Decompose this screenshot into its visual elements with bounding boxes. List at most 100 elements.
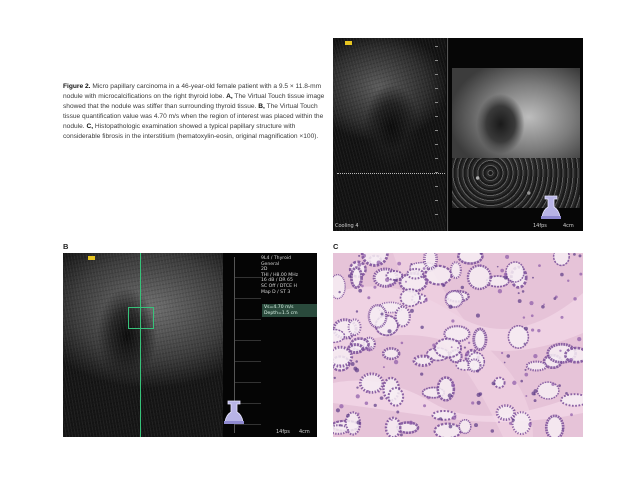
nucleus [357, 412, 360, 415]
nucleus [500, 268, 504, 273]
gland-structure [505, 261, 525, 283]
nucleus [393, 359, 399, 365]
nucleus [578, 254, 582, 258]
gland-structure [431, 409, 457, 421]
nucleus [530, 314, 534, 318]
gland-structure [349, 266, 363, 289]
gland-structure [394, 305, 411, 328]
nucleus [362, 253, 367, 258]
shear-wave-velocity-readout: Vs=4.70 m/s Depth=1.5 cm [262, 304, 317, 318]
nucleus [524, 326, 528, 331]
region-of-interest-box [128, 307, 154, 329]
nucleus [448, 304, 453, 309]
nucleus [573, 297, 577, 301]
panel-a-virtual-touch-image: Cooling 4 14fps 4cm [333, 38, 583, 231]
nucleus [378, 390, 381, 393]
nucleus [426, 279, 429, 282]
nucleus [390, 419, 393, 421]
nucleus [497, 289, 503, 294]
orientation-marker [345, 41, 352, 45]
nucleus [467, 341, 471, 344]
gland-structure [467, 358, 482, 373]
gland-structure [458, 418, 472, 435]
panel-c-histopathology [333, 253, 583, 437]
probe-icon [541, 195, 561, 219]
ultrasound-bmode-image [63, 253, 223, 437]
frame-rate: 14fps [533, 223, 547, 229]
depth-readout: 4cm [563, 223, 574, 229]
nucleus [366, 347, 372, 352]
nucleus [451, 415, 457, 420]
nucleus [353, 366, 358, 371]
nucleus [339, 424, 342, 427]
nucleus [511, 418, 515, 422]
nucleus [385, 277, 390, 282]
nucleus [358, 288, 363, 293]
nucleus [475, 313, 480, 318]
nucleus [476, 369, 480, 373]
ultrasound-bmode-image [333, 38, 446, 231]
nucleus [533, 353, 538, 359]
nucleus [521, 290, 525, 293]
nucleus [349, 337, 352, 340]
nucleus [366, 390, 370, 393]
nucleus [505, 254, 510, 259]
nucleus [579, 272, 583, 276]
nucleus [376, 260, 381, 265]
nucleus [358, 254, 361, 257]
nucleus [560, 315, 564, 319]
nucleus [364, 401, 369, 405]
nucleus [432, 343, 436, 347]
nucleus [373, 403, 377, 408]
nucleus [533, 393, 536, 396]
panel-label-b: B [63, 242, 69, 251]
gland-structure [433, 422, 462, 437]
nucleus [387, 329, 392, 334]
caption-b-label: B, [258, 103, 265, 110]
gland-structure [381, 347, 401, 361]
nucleus [570, 413, 573, 417]
nucleus [420, 372, 424, 376]
param-line: Map D / ST 3 [261, 289, 291, 295]
nucleus [509, 421, 513, 425]
gland-structure [544, 414, 565, 437]
nucleus [399, 433, 403, 437]
nucleus [471, 401, 475, 405]
nucleus [541, 304, 545, 309]
gland-structure [511, 411, 532, 436]
gland-structure [399, 288, 421, 308]
gland-structure [457, 253, 484, 265]
gland-structure [367, 304, 388, 329]
nucleus [524, 368, 527, 371]
nucleus [533, 399, 537, 403]
nucleus [382, 366, 385, 369]
depth-value: Depth=1.5 cm [264, 310, 298, 316]
caption-a-label: A, [226, 93, 233, 100]
nucleus [409, 308, 414, 313]
panel-divider [447, 38, 448, 231]
nucleus [498, 421, 500, 424]
nucleus [573, 253, 576, 256]
nucleus [551, 382, 555, 386]
nucleus [503, 272, 508, 277]
nucleus [491, 381, 496, 386]
nucleus [503, 361, 506, 364]
nucleus [361, 284, 364, 288]
nucleus [567, 279, 570, 282]
nucleus [357, 262, 362, 267]
nucleus [490, 429, 495, 433]
gland-structure [387, 386, 405, 407]
nucleus [397, 261, 402, 266]
nucleus [400, 341, 404, 345]
nucleus [450, 346, 453, 349]
figure-label: Figure 2. [63, 83, 91, 90]
nucleus [524, 372, 529, 377]
probe-icon [224, 400, 244, 424]
nucleus [559, 349, 562, 352]
nucleus [532, 276, 534, 279]
nucleus [520, 379, 523, 383]
nucleus [408, 420, 414, 425]
nucleus [373, 285, 377, 289]
nucleus [380, 312, 384, 316]
nucleus [529, 301, 534, 306]
